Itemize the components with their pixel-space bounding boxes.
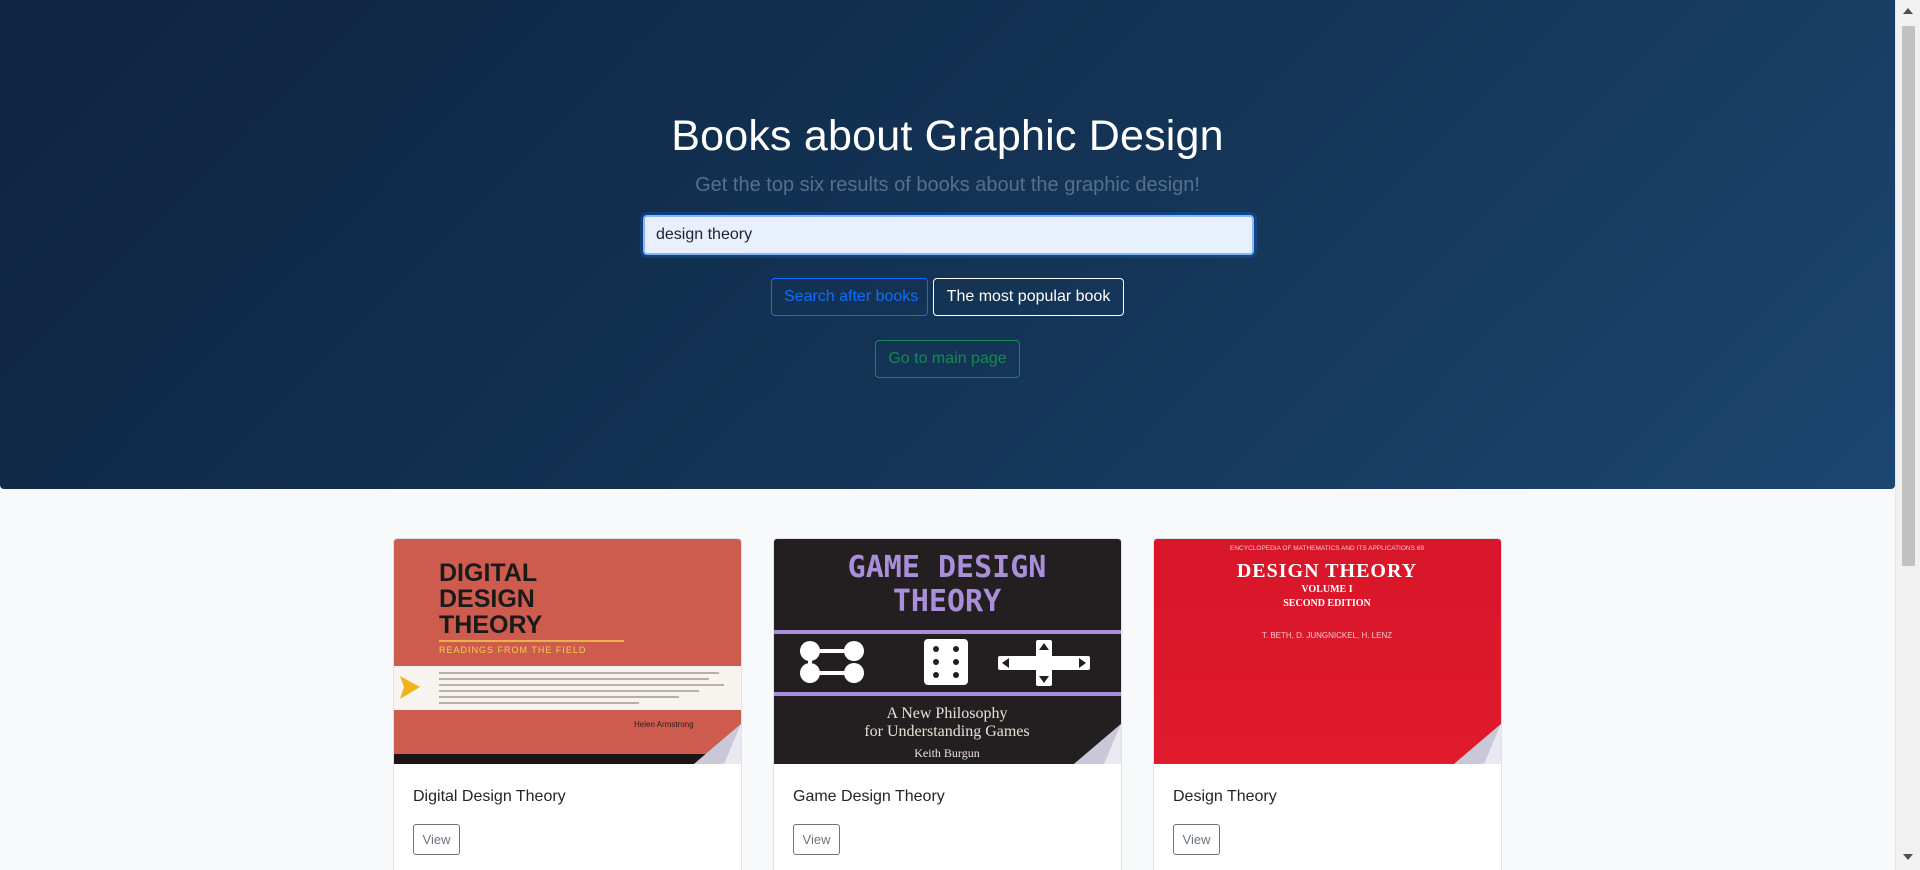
book-cover-image[interactable]: ENCYCLOPEDIA OF MATHEMATICS AND ITS APPL… xyxy=(1154,539,1501,764)
book-cover-image[interactable]: DIGITAL DESIGN THEORY READINGS FROM THE … xyxy=(394,539,741,764)
cover-text: VOLUME I xyxy=(1301,584,1352,595)
book-card: ENCYCLOPEDIA OF MATHEMATICS AND ITS APPL… xyxy=(1153,538,1502,870)
most-popular-book-button[interactable]: The most popular book xyxy=(933,278,1124,316)
cover-text: SECOND EDITION xyxy=(1283,598,1371,609)
cover-text: Helen Armstrong xyxy=(634,720,694,729)
vertical-scrollbar[interactable] xyxy=(1895,0,1920,870)
cover-text: READINGS FROM THE FIELD xyxy=(439,645,586,655)
cover-text: THEORY xyxy=(893,584,1001,619)
book-title: Digital Design Theory xyxy=(413,788,566,805)
view-book-button[interactable]: View xyxy=(413,824,460,855)
cover-text: T. BETH, D. JUNGNICKEL, H. LENZ xyxy=(1262,631,1392,640)
cover-text: DESIGN xyxy=(439,585,535,613)
cover-text: ENCYCLOPEDIA OF MATHEMATICS AND ITS APPL… xyxy=(1230,545,1424,552)
cover-text: DIGITAL xyxy=(439,559,537,587)
book-card: DIGITAL DESIGN THEORY READINGS FROM THE … xyxy=(393,538,742,870)
scroll-down-arrow-icon[interactable] xyxy=(1903,854,1913,860)
view-book-button[interactable]: View xyxy=(793,824,840,855)
cover-text: DESIGN THEORY xyxy=(1237,560,1417,582)
search-input[interactable] xyxy=(643,215,1254,255)
book-card: GAME DESIGN THEORY A New Philosophy for … xyxy=(773,538,1122,870)
cover-text: for Understanding Games xyxy=(864,723,1029,740)
cover-text: A New Philosophy xyxy=(887,705,1008,722)
page: Books about Graphic Design Get the top s… xyxy=(0,0,1895,870)
cover-text: Keith Burgun xyxy=(914,746,979,760)
main-page-button[interactable]: Go to main page xyxy=(875,340,1020,378)
hero-banner: Books about Graphic Design Get the top s… xyxy=(0,0,1895,489)
page-subtitle: Get the top six results of books about t… xyxy=(695,174,1200,196)
search-books-button[interactable]: Search after books xyxy=(771,278,928,316)
scroll-up-arrow-icon[interactable] xyxy=(1903,8,1913,14)
page-title: Books about Graphic Design xyxy=(671,112,1224,160)
scrollbar-thumb[interactable] xyxy=(1902,26,1915,566)
cover-text: GAME DESIGN xyxy=(848,550,1047,585)
book-cover-image[interactable]: GAME DESIGN THEORY A New Philosophy for … xyxy=(774,539,1121,764)
view-book-button[interactable]: View xyxy=(1173,824,1220,855)
book-title: Game Design Theory xyxy=(793,788,945,805)
cover-text: THEORY xyxy=(439,611,543,639)
book-title: Design Theory xyxy=(1173,788,1277,805)
